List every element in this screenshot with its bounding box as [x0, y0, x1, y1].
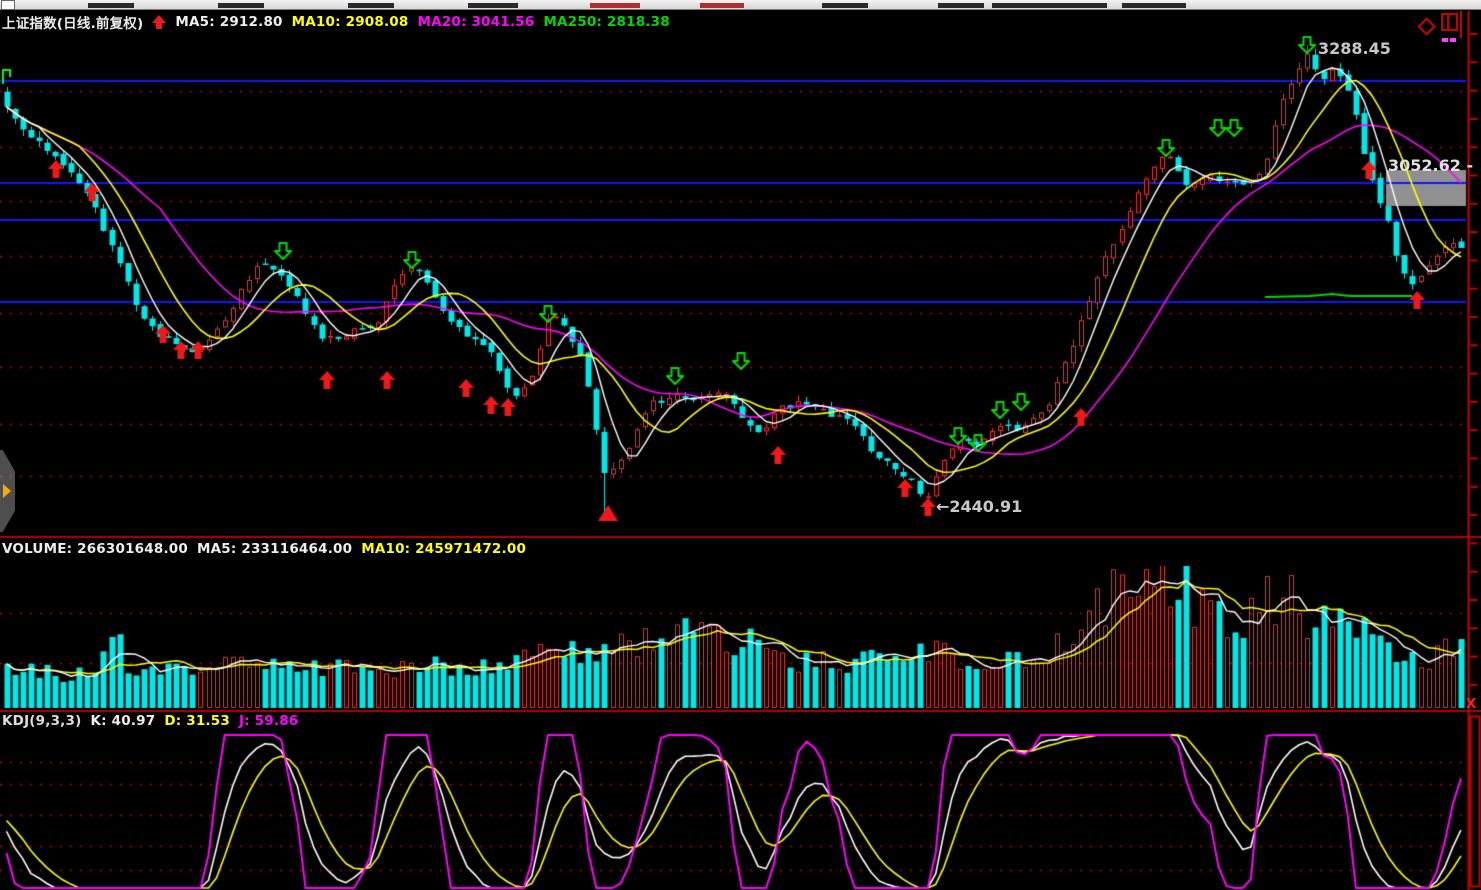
app-logo-icon[interactable]	[1, 0, 15, 10]
minimized-indicator	[1450, 38, 1456, 42]
close-icon[interactable]: X	[1466, 697, 1476, 712]
menu-item-fragment[interactable]	[1122, 3, 1186, 8]
ma20-value: MA20: 3041.56	[418, 14, 535, 30]
volume-ma10-value: MA10: 245971472.00	[361, 541, 526, 557]
ma250-value: MA250: 2818.38	[543, 14, 669, 30]
ma10-value: MA10: 2908.08	[292, 14, 409, 30]
kdj-j-value: J: 59.86	[239, 713, 298, 729]
divider-tick	[1460, 11, 1462, 38]
menu-item-fragment-red[interactable]	[700, 3, 744, 8]
minimized-indicator	[1442, 38, 1448, 42]
kdj-pane-header: KDJ(9,3,3) K: 40.97 D: 31.53 J: 59.86	[2, 713, 298, 729]
menu-item-fragment-red[interactable]	[590, 3, 640, 8]
ma5-value: MA5: 2912.80	[175, 14, 282, 30]
menu-item-fragment[interactable]	[822, 3, 868, 8]
menu-item-fragment[interactable]	[348, 3, 394, 8]
peak-price-label: 3288.45	[1318, 39, 1391, 58]
band-price-label: 3052.62 -	[1388, 156, 1473, 175]
expand-arrow-icon	[3, 484, 11, 498]
main-pane-header: 上证指数(日线.前复权) MA5: 2912.80 MA10: 2908.08 …	[2, 12, 670, 32]
low-price-label: ←2440.91	[936, 497, 1022, 516]
trading-terminal: 上证指数(日线.前复权) MA5: 2912.80 MA10: 2908.08 …	[0, 0, 1481, 890]
volume-value: VOLUME: 266301648.00	[2, 541, 188, 557]
window-split-glyph	[1443, 15, 1449, 29]
menu-item-fragment[interactable]	[88, 3, 134, 8]
menu-bar	[0, 0, 1481, 10]
kdj-d-value: D: 31.53	[164, 713, 230, 729]
menu-item-fragment[interactable]	[468, 3, 518, 8]
kdj-k-value: K: 40.97	[90, 713, 155, 729]
chart-canvas[interactable]	[0, 0, 1481, 890]
menu-item-fragment[interactable]	[992, 3, 1107, 8]
menu-item-fragment[interactable]	[938, 3, 984, 8]
kdj-title: KDJ(9,3,3)	[2, 713, 81, 729]
menu-item-fragment[interactable]	[218, 3, 264, 8]
volume-ma5-value: MA5: 233116464.00	[197, 541, 352, 557]
window-layout-icon[interactable]	[1441, 13, 1458, 31]
symbol-title: 上证指数(日线.前复权)	[2, 12, 143, 32]
volume-pane-header: VOLUME: 266301648.00 MA5: 233116464.00 M…	[2, 541, 526, 557]
up-arrow-icon	[152, 15, 166, 29]
